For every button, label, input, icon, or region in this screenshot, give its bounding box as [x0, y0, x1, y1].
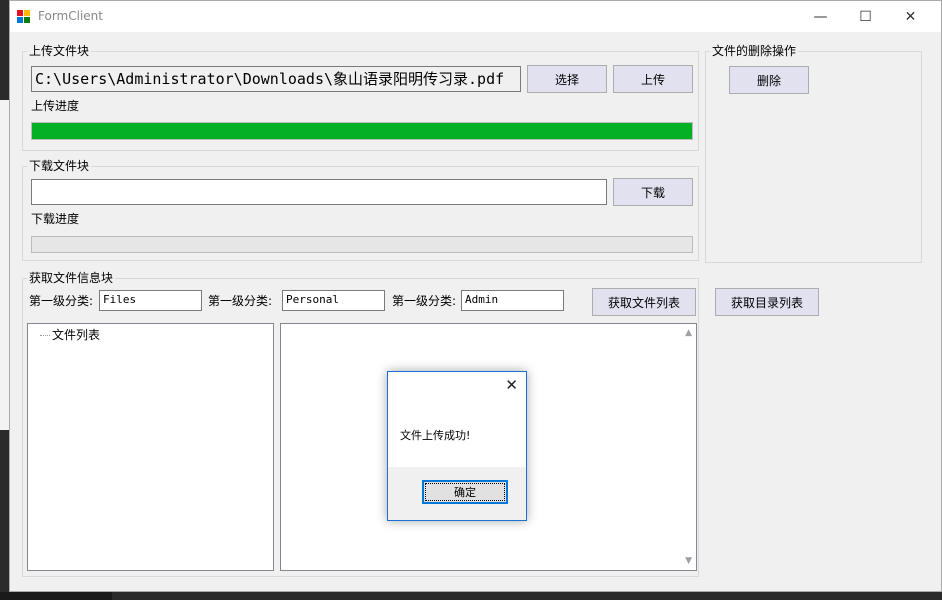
category2-label: 第一级分类:: [208, 294, 273, 308]
close-button[interactable]: ✕: [888, 1, 933, 32]
download-path-input[interactable]: [31, 179, 607, 205]
category1-input[interactable]: Files: [99, 290, 202, 311]
delete-group-label: 文件的删除操作: [710, 42, 799, 59]
window-title: FormClient: [38, 9, 103, 23]
background-window-edge: [0, 100, 9, 430]
minimize-icon: —: [813, 8, 828, 25]
upload-path-input[interactable]: C:\Users\Administrator\Downloads\象山语录阳明传…: [31, 66, 521, 92]
download-progress-label: 下载进度: [31, 212, 80, 226]
upload-button[interactable]: 上传: [613, 65, 693, 93]
category3-input[interactable]: Admin: [461, 290, 564, 311]
select-button[interactable]: 选择: [527, 65, 607, 93]
maximize-icon: ☐: [859, 8, 872, 25]
dialog-message: 文件上传成功!: [400, 429, 471, 442]
delete-button[interactable]: 删除: [729, 66, 809, 94]
file-tree-view[interactable]: 文件列表: [27, 323, 274, 571]
download-group-label: 下载文件块: [27, 157, 92, 174]
dialog-footer: 确定: [388, 467, 526, 520]
dialog-close-icon[interactable]: ✕: [505, 376, 518, 394]
taskbar-fragment: [0, 592, 112, 600]
scroll-up-icon[interactable]: ▲: [685, 328, 692, 338]
ok-button[interactable]: 确定: [422, 480, 508, 504]
tree-root-node[interactable]: 文件列表: [40, 326, 100, 343]
upload-progress-bar: [31, 122, 693, 140]
maximize-button[interactable]: ☐: [843, 1, 888, 32]
download-progress-bar: [31, 236, 693, 253]
title-bar[interactable]: FormClient — ☐ ✕: [10, 1, 941, 32]
category1-label: 第一级分类:: [29, 294, 94, 308]
download-button[interactable]: 下载: [613, 178, 693, 206]
scroll-down-icon[interactable]: ▼: [685, 556, 692, 566]
get-directory-list-button[interactable]: 获取目录列表: [715, 288, 819, 316]
get-file-list-button[interactable]: 获取文件列表: [592, 288, 696, 316]
category3-label: 第一级分类:: [392, 294, 457, 308]
minimize-button[interactable]: —: [798, 1, 843, 32]
app-icon: [17, 10, 31, 24]
upload-group-label: 上传文件块: [27, 42, 92, 59]
tree-connector: [40, 335, 50, 336]
tree-root-label: 文件列表: [52, 328, 101, 342]
file-info-group-label: 获取文件信息块: [27, 269, 116, 286]
upload-progress-label: 上传进度: [31, 99, 80, 113]
upload-progress-fill: [32, 123, 692, 139]
close-icon: ✕: [904, 8, 917, 25]
category2-input[interactable]: Personal: [282, 290, 385, 311]
message-dialog: ✕ 文件上传成功! 确定: [387, 371, 527, 521]
